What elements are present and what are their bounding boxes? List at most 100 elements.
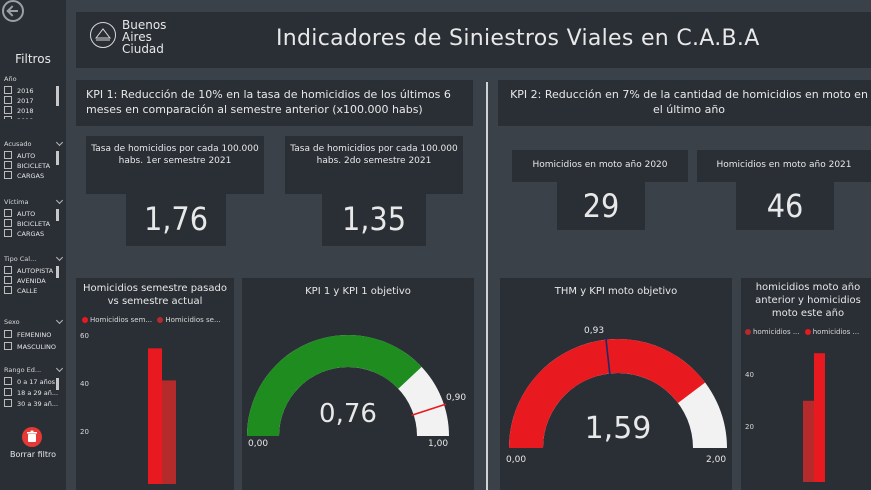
filter-option[interactable]: AUTO — [4, 209, 50, 219]
filter-year-title: Año — [4, 75, 17, 83]
semester-bar-chart-panel: Homicidios semestre pasado vs semestre a… — [76, 278, 234, 490]
checkbox[interactable] — [4, 276, 12, 284]
kpi1-heading: KPI 1: Reducción de 10% en la tasa de ho… — [86, 88, 451, 116]
checkbox[interactable] — [4, 219, 12, 227]
filter-year-scrollbar[interactable] — [56, 86, 59, 106]
gauge-value-label: 1,59 — [585, 411, 652, 446]
filter-victim-scrollbar[interactable] — [56, 209, 59, 221]
filter-accused-scrollbar[interactable] — [56, 151, 59, 165]
checkbox[interactable] — [4, 342, 12, 350]
moto-bar-chart-panel: homicidios moto año anterior y homicidio… — [741, 278, 871, 490]
page-title: Indicadores de Siniestros Viales en C.A.… — [276, 26, 760, 51]
kpi2-heading: KPI 2: Reducción en 7% de la cantidad de… — [510, 88, 868, 116]
filter-option[interactable]: CARGAS — [4, 229, 50, 239]
kpi1-card2-label-box: Tasa de homicidios por cada 100.000 habs… — [285, 136, 463, 194]
filter-option[interactable]: AVENIDA — [4, 276, 53, 286]
filter-option[interactable]: AUTO — [4, 151, 50, 161]
clear-filter-button[interactable] — [22, 427, 42, 447]
gauge-target-label: 0,93 — [584, 326, 604, 336]
filter-victim-title: Víctima — [4, 198, 29, 206]
filter-street-type-title: Tipo Cal... — [4, 255, 37, 263]
checkbox[interactable] — [4, 377, 12, 385]
filter-option[interactable]: 2016 — [4, 86, 34, 96]
chevron-down-icon[interactable] — [55, 316, 64, 325]
legend-dot — [804, 329, 811, 335]
y-tick-label: 40 — [80, 380, 89, 388]
bar[interactable] — [148, 348, 162, 484]
kpi1-gauge-svg: 0,76 0,00 1,00 0,90 — [247, 335, 466, 449]
moto-bars-legend: homicidios ... homicidios ... — [745, 328, 859, 336]
y-tick-label: 20 — [745, 423, 754, 431]
checkbox[interactable] — [4, 388, 12, 396]
filter-option[interactable]: 18 a 29 añ... — [4, 388, 58, 399]
filter-option[interactable]: 2019 — [4, 116, 34, 119]
kpi1-card2-value-box: 1,35 — [322, 194, 426, 246]
filter-sidebar: Filtros Año 2016 2017 2018 2019 Acusado … — [0, 0, 66, 490]
legend-label: Homicidios sem... — [90, 316, 153, 324]
clear-filter-label: Borrar filtro — [10, 450, 56, 459]
semester-chart-legend: Homicidios sem... Homicidios se... — [82, 316, 221, 324]
filter-age-title: Rango Ed... — [4, 366, 42, 374]
checkbox[interactable] — [4, 266, 12, 274]
filter-option[interactable]: 30 a 39 añ... — [4, 399, 58, 410]
checkbox[interactable] — [4, 399, 12, 407]
kpi2-heading-panel: KPI 2: Reducción en 7% de la cantidad de… — [498, 80, 871, 126]
filter-option[interactable]: MASCULINO — [4, 342, 56, 354]
checkbox[interactable] — [4, 161, 12, 169]
filter-option[interactable]: 2017 — [4, 96, 34, 106]
bar[interactable] — [162, 380, 176, 484]
checkbox[interactable] — [4, 209, 12, 217]
legend-label: homicidios ... — [753, 328, 800, 336]
chevron-down-icon[interactable] — [55, 253, 64, 262]
gauge-target-label: 0,90 — [446, 393, 466, 403]
filter-option[interactable]: CALLE — [4, 286, 53, 296]
checkbox[interactable] — [4, 229, 12, 237]
kpi2-card2-label: Homicidios en moto año 2021 — [716, 160, 852, 170]
checkbox[interactable] — [4, 106, 12, 114]
section-divider — [486, 82, 488, 490]
chevron-down-icon[interactable] — [55, 196, 64, 205]
checkbox[interactable] — [4, 151, 12, 159]
kpi1-heading-panel: KPI 1: Reducción de 10% en la tasa de ho… — [76, 80, 473, 126]
gauge-value-label: 0,76 — [319, 399, 377, 429]
legend-dot — [745, 329, 751, 335]
legend-dot — [157, 317, 164, 323]
kpi2-card2-value: 46 — [766, 187, 804, 225]
bar[interactable] — [803, 400, 814, 482]
filter-street-type-scrollbar[interactable] — [56, 266, 59, 278]
bar[interactable] — [814, 353, 825, 482]
checkbox[interactable] — [4, 330, 12, 338]
moto-gauge-svg: 1,59 0,00 2,00 0,93 — [506, 326, 727, 465]
moto-bars-svg: 40 20 — [745, 353, 825, 482]
kpi2-card1-label-box: Homicidios en moto año 2020 — [512, 150, 688, 182]
logo-text: Buenos Aires Ciudad — [122, 18, 167, 56]
gauge-min-label: 0,00 — [506, 455, 526, 465]
chevron-down-icon[interactable] — [55, 138, 64, 147]
filter-option[interactable]: AUTOPISTA — [4, 266, 53, 276]
filter-option[interactable]: CARGAS — [4, 171, 50, 181]
filter-option[interactable]: 2018 — [4, 106, 34, 116]
filter-sex-list: FEMENINO MASCULINO — [4, 330, 56, 354]
filter-sex-title: Sexo — [4, 318, 20, 326]
gauge-min-label: 0,00 — [248, 439, 268, 449]
checkbox[interactable] — [4, 286, 12, 294]
filter-accused-list: AUTO BICICLETA CARGAS — [4, 151, 50, 181]
filter-option[interactable]: BICICLETA — [4, 161, 50, 171]
gauge-max-label: 1,00 — [428, 439, 448, 449]
filter-option[interactable]: BICICLETA — [4, 219, 50, 229]
back-arrow-icon[interactable] — [2, 0, 24, 22]
filter-option[interactable]: 0 a 17 años — [4, 377, 58, 388]
checkbox[interactable] — [4, 96, 12, 104]
kpi1-card1-label-box: Tasa de homicidios por cada 100.000 habs… — [86, 136, 264, 194]
checkbox[interactable] — [4, 116, 12, 119]
header-bar: Buenos Aires Ciudad Indicadores de Sinie… — [76, 12, 871, 68]
legend-dot — [82, 317, 88, 323]
filter-age-scrollbar[interactable] — [56, 378, 59, 390]
semester-bars-svg: 60 40 20 — [80, 332, 176, 484]
trash-icon — [27, 430, 37, 442]
chevron-down-icon[interactable] — [55, 364, 64, 373]
filter-option[interactable]: FEMENINO — [4, 330, 56, 342]
checkbox[interactable] — [4, 171, 12, 179]
checkbox[interactable] — [4, 86, 12, 94]
kpi2-card2-label-box: Homicidios en moto año 2021 — [697, 150, 871, 182]
